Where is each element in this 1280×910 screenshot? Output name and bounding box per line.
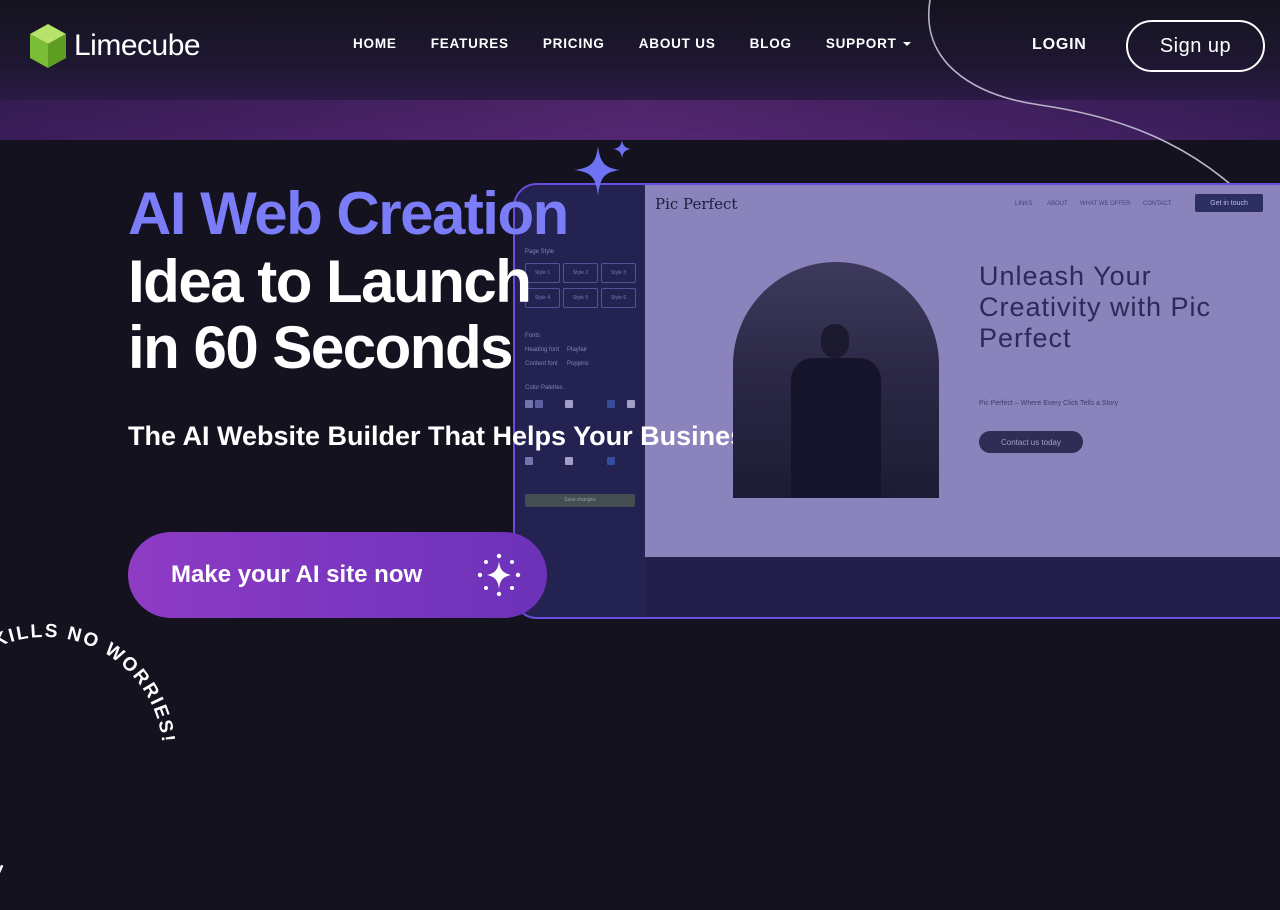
nav-blog[interactable]: BLOG <box>750 36 792 51</box>
style-option: Style 2 <box>563 263 598 283</box>
nav-about-us[interactable]: ABOUT US <box>639 36 716 51</box>
preview-page: Pic Perfect LINKS ABOUT WHAT WE OFFER CO… <box>645 185 1280 557</box>
preview-heading: Unleash Your Creativity with Pic Perfect <box>979 261 1212 353</box>
color-swatch <box>627 400 635 408</box>
builder-preview: Page Style Style 1 Style 2 Style 3 Style… <box>513 183 1280 619</box>
brand-logo[interactable]: Limecube <box>28 22 201 70</box>
color-swatch <box>565 400 573 408</box>
cta-label: Make your AI site now <box>171 561 423 588</box>
svg-text:MADE IN LIMECUBE NO SKILLS N: MADE IN LIMECUBE NO SKILLS NO WORRIES! <box>0 600 200 910</box>
color-swatch <box>535 400 543 408</box>
made-in-limecube-badge: MADE IN LIMECUBE NO SKILLS NO WORRIES! <box>0 600 200 910</box>
brand-name: Limecube <box>74 29 201 62</box>
sparkle-icon <box>574 140 631 196</box>
hero-title-line-3: in 60 Seconds <box>128 314 513 381</box>
preview-nav-item: WHAT WE OFFER <box>1080 201 1131 207</box>
color-swatch <box>525 400 533 408</box>
nav-features[interactable]: FEATURES <box>431 36 509 51</box>
color-swatch <box>607 400 615 408</box>
hero-title-line-2: Idea to Launch <box>128 248 532 315</box>
nav-support[interactable]: SUPPORT <box>826 36 911 51</box>
signup-label: Sign up <box>1159 34 1232 57</box>
preview-nav-item: CONTACT <box>1143 201 1172 207</box>
nav-support-label: SUPPORT <box>825 36 897 51</box>
hero-accent-title: AI Web Creation <box>128 180 569 247</box>
color-swatch <box>565 457 573 465</box>
login-link[interactable]: LOGIN <box>1032 36 1087 54</box>
main-nav: HOME FEATURES PRICING ABOUT US BLOG SUPP… <box>353 36 945 51</box>
preview-contact-button: Contact us today <box>979 431 1083 453</box>
preview-nav-item: LINKS <box>1015 201 1033 207</box>
nav-home[interactable]: HOME <box>353 36 397 51</box>
preview-portrait-image <box>733 262 939 498</box>
sidebar-save-label: Save changes <box>564 497 596 503</box>
signup-button[interactable]: Sign up <box>1126 20 1265 72</box>
sidebar-heading-font-label: Heading font <box>525 347 560 353</box>
sidebar-save-button: Save changes <box>525 494 635 507</box>
sidebar-content-font-label: Content font <box>525 361 558 367</box>
preview-contact-label: Contact us today <box>1000 437 1062 447</box>
preview-tagline: Pic Perfect – Where Every Click Tells a … <box>979 400 1119 407</box>
cube-logo-icon <box>30 24 66 68</box>
preview-brand: Pic Perfect <box>655 195 738 213</box>
style-option: Style 5 <box>563 288 598 308</box>
style-option: Style 6 <box>601 288 636 308</box>
preview-get-in-touch-button: Get in touch <box>1195 194 1263 212</box>
nav-pricing[interactable]: PRICING <box>543 36 605 51</box>
sparkles-icon <box>477 553 521 597</box>
color-swatch <box>607 457 615 465</box>
portrait-body <box>791 358 881 498</box>
badge-text: MADE IN LIMECUBE NO SKILLS NO WORRIES! <box>0 600 200 910</box>
portrait-head <box>821 324 849 358</box>
chevron-down-icon <box>902 41 911 46</box>
sidebar-fonts-label: Fonts <box>525 333 541 339</box>
color-swatch <box>525 457 533 465</box>
preview-get-in-touch-label: Get in touch <box>1210 199 1248 207</box>
sidebar-heading-font-value: Playfair <box>567 347 588 353</box>
preview-nav-item: ABOUT <box>1047 201 1068 207</box>
style-option: Style 3 <box>601 263 636 283</box>
sidebar-content-font-value: Poppins <box>567 361 589 367</box>
sidebar-color-palettes-label: Color Palettes <box>525 385 563 391</box>
preview-footer-strip <box>645 557 1280 617</box>
